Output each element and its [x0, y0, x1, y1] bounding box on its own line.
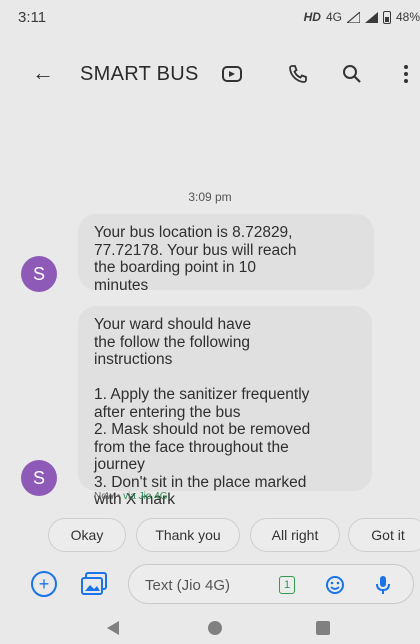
- message-status-network: via Jio 4G: [123, 491, 168, 502]
- video-call-icon[interactable]: [220, 62, 244, 86]
- status-time: 3:11: [18, 8, 47, 26]
- conversation-title: SMART BUS: [80, 63, 199, 85]
- add-icon[interactable]: +: [31, 571, 57, 597]
- sim-selector-icon[interactable]: 1: [279, 576, 295, 594]
- battery-icon: [382, 10, 391, 24]
- battery-percent: 48%: [395, 10, 420, 24]
- smart-reply-chip[interactable]: Thank you: [136, 518, 240, 552]
- network-type: 4G: [325, 10, 342, 24]
- smart-reply-chip[interactable]: Got it: [348, 518, 420, 552]
- phone-icon[interactable]: [286, 62, 310, 86]
- nav-back-icon[interactable]: [107, 621, 119, 635]
- compose-bar: + 1: [0, 562, 420, 608]
- nav-recents-icon[interactable]: [316, 621, 330, 635]
- microphone-icon[interactable]: [373, 574, 393, 596]
- message-status: Now • via Jio 4G: [94, 491, 168, 502]
- status-icons: HD 4G 48%: [304, 10, 420, 24]
- emoji-icon[interactable]: [325, 575, 345, 595]
- smart-reply-row: Okay Thank you All right Got it: [0, 518, 420, 554]
- message-text-field[interactable]: 1: [128, 564, 414, 604]
- arrow-back-icon[interactable]: ←: [32, 62, 54, 84]
- more-vert-icon[interactable]: [394, 62, 418, 86]
- app-bar: ← SMART BUS: [0, 50, 420, 98]
- sender-avatar[interactable]: S: [21, 256, 57, 292]
- signal-icon: [346, 11, 360, 23]
- sender-avatar[interactable]: S: [21, 460, 57, 496]
- signal-strong-icon: [364, 11, 378, 23]
- message-input[interactable]: [145, 575, 255, 595]
- message-timestamp: 3:09 pm: [188, 190, 232, 204]
- smart-reply-chip[interactable]: Okay: [48, 518, 126, 552]
- system-nav-bar: [0, 612, 420, 644]
- search-icon[interactable]: [340, 62, 364, 86]
- message-bubble[interactable]: Your ward should have the follow the fol…: [78, 306, 372, 508]
- status-bar: 3:11 HD 4G 48%: [0, 0, 420, 56]
- message-status-time: Now •: [94, 491, 124, 502]
- nav-home-icon[interactable]: [208, 621, 222, 635]
- gallery-icon[interactable]: [80, 571, 108, 602]
- smart-reply-chip[interactable]: All right: [250, 518, 340, 552]
- message-bubble[interactable]: Your bus location is 8.72829, 77.72178. …: [78, 214, 374, 294]
- hd-indicator: HD: [303, 10, 321, 24]
